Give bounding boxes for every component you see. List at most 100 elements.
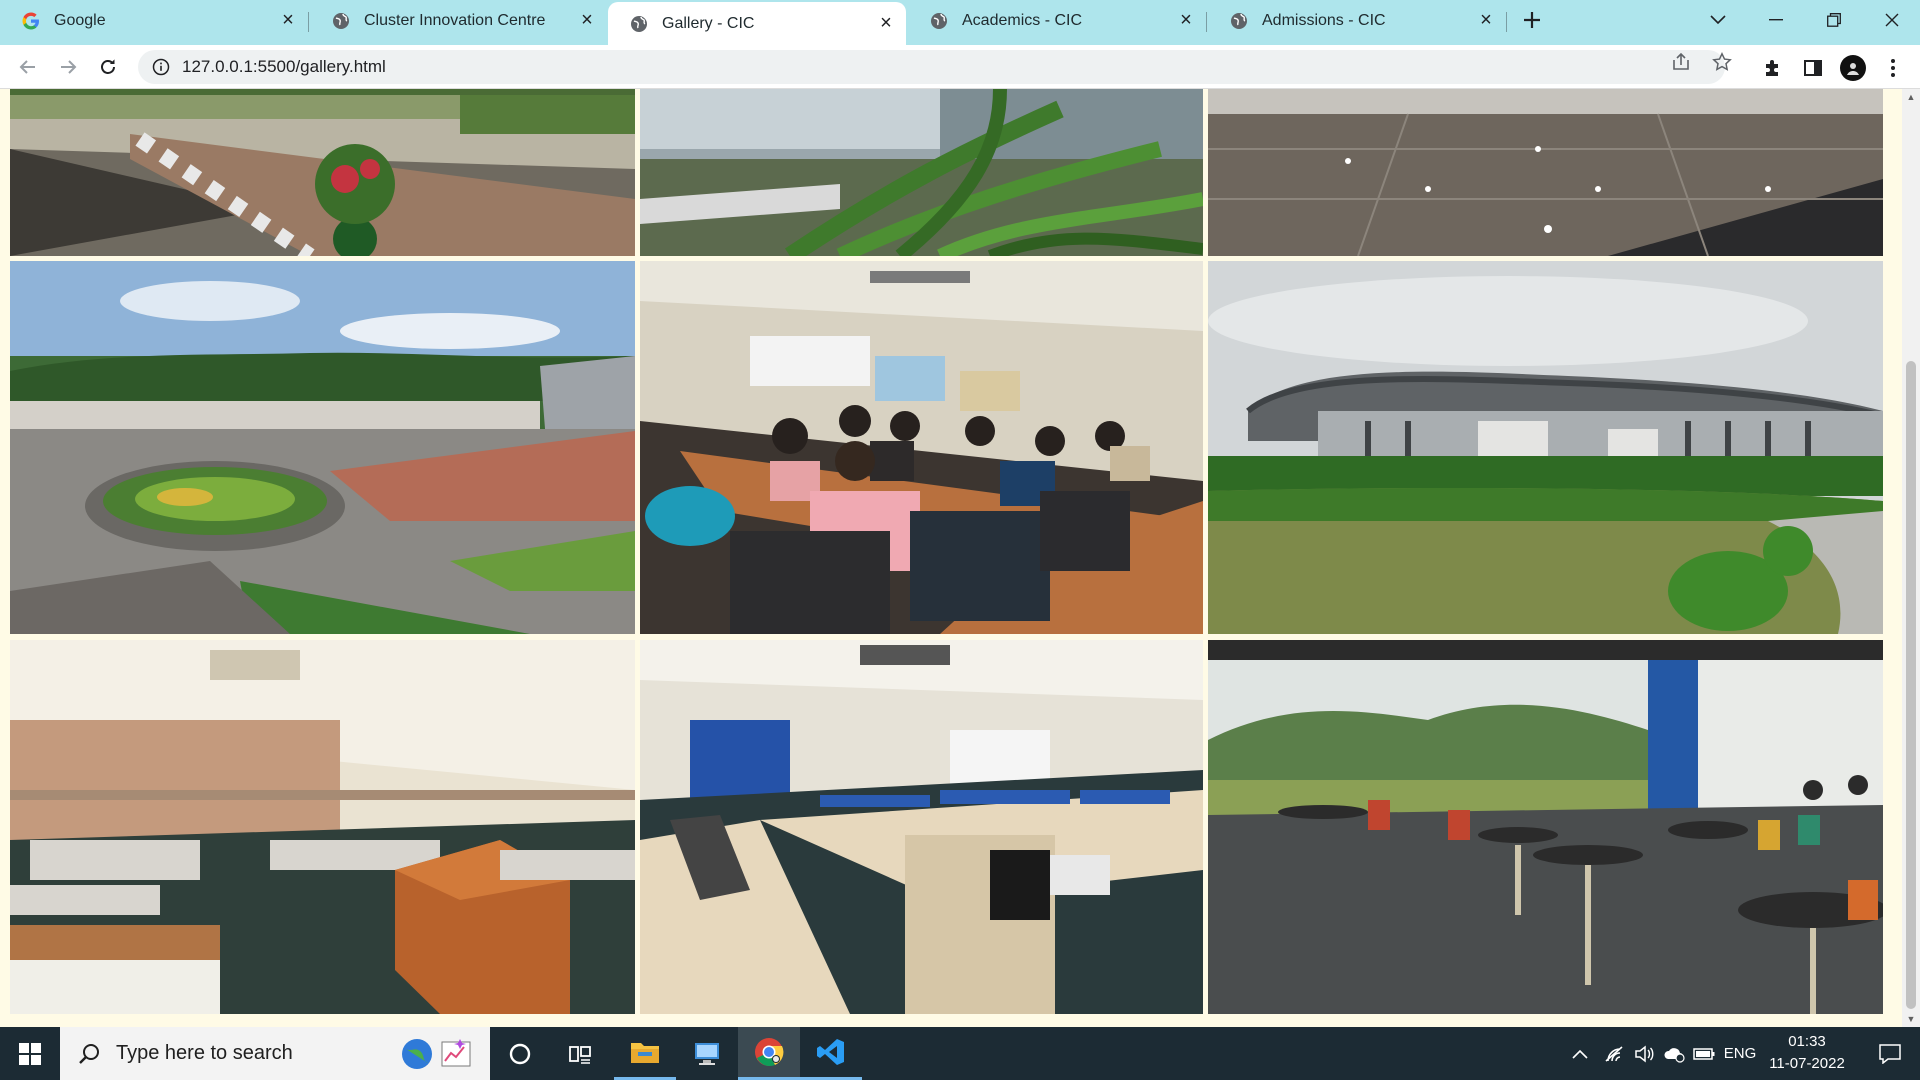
- campus-road-image: [10, 89, 635, 256]
- close-tab-icon[interactable]: ×: [1176, 9, 1196, 31]
- close-tab-icon[interactable]: ×: [876, 12, 896, 34]
- extensions-puzzle-icon: [1766, 60, 1778, 76]
- onedrive-button[interactable]: [1660, 1027, 1688, 1080]
- forward-button[interactable]: [52, 51, 84, 83]
- search-placeholder: Type here to search: [116, 1042, 293, 1064]
- back-button[interactable]: [12, 51, 44, 83]
- notifications-button[interactable]: [1860, 1027, 1920, 1080]
- show-hidden-icons-button[interactable]: [1568, 1027, 1592, 1080]
- tab-academics-cic[interactable]: Academics - CIC ×: [908, 0, 1206, 41]
- tab-cluster-innovation-centre[interactable]: Cluster Innovation Centre ×: [310, 0, 607, 41]
- bookmark-button[interactable]: [1711, 51, 1733, 73]
- scrollbar-thumb[interactable]: [1906, 361, 1916, 1009]
- close-window-button[interactable]: [1864, 0, 1920, 40]
- network-button[interactable]: [1600, 1027, 1628, 1080]
- search-highlight-icon: [402, 1039, 471, 1069]
- plus-icon: [1524, 12, 1540, 28]
- globe-icon: [631, 15, 647, 32]
- tab-title: Academics - CIC: [962, 11, 1083, 29]
- wifi-icon: [1605, 1045, 1623, 1062]
- minimize-button[interactable]: [1748, 0, 1804, 40]
- tab-google[interactable]: Google ×: [0, 0, 308, 41]
- clock-date: 11-07-2022: [1769, 1055, 1845, 1072]
- input-language-button[interactable]: ENG: [1720, 1027, 1760, 1080]
- chrome-menu-button[interactable]: [1880, 55, 1906, 81]
- battery-icon: [1693, 1047, 1715, 1060]
- site-info-icon[interactable]: [152, 58, 170, 76]
- search-icon: [79, 1043, 99, 1064]
- reload-icon: [101, 59, 115, 74]
- globe-icon: [1231, 12, 1247, 29]
- close-icon: [1885, 13, 1899, 27]
- side-panel-icon: [1804, 60, 1822, 76]
- restore-button[interactable]: [1806, 0, 1862, 40]
- share-icon: [1673, 52, 1689, 70]
- stadium-exterior-image: [1208, 261, 1883, 634]
- start-button[interactable]: [0, 1027, 60, 1080]
- classroom-lecture-image: [640, 261, 1203, 634]
- photo-gallery-grid: [0, 89, 1902, 1027]
- browser-toolbar: 127.0.0.1:5500/gallery.html: [0, 45, 1920, 89]
- gallery-photo-classroom-lecture[interactable]: [640, 261, 1203, 634]
- back-arrow-icon: [19, 60, 35, 74]
- star-icon: [1712, 52, 1732, 71]
- notification-icon: [1879, 1043, 1901, 1064]
- side-panel-button[interactable]: [1800, 55, 1826, 81]
- tab-title: Google: [54, 11, 106, 29]
- cafeteria-image: [1208, 640, 1883, 1014]
- cortana-circle-icon: [509, 1043, 531, 1064]
- page-scrollbar[interactable]: ▲ ▼: [1902, 89, 1920, 1027]
- close-tab-icon[interactable]: ×: [278, 9, 298, 31]
- speaker-icon: [1635, 1044, 1654, 1063]
- task-view-button[interactable]: [552, 1027, 608, 1080]
- scroll-down-arrow-icon[interactable]: ▼: [1902, 1011, 1920, 1027]
- gallery-photo-campus-road[interactable]: [10, 89, 635, 256]
- new-tab-button[interactable]: [1516, 4, 1548, 36]
- profile-button[interactable]: [1840, 55, 1866, 81]
- vscode-button[interactable]: [800, 1027, 862, 1080]
- tab-admissions-cic[interactable]: Admissions - CIC ×: [1208, 0, 1506, 41]
- url-text[interactable]: 127.0.0.1:5500/gallery.html: [182, 57, 386, 77]
- volume-button[interactable]: [1630, 1027, 1658, 1080]
- tab-title: Admissions - CIC: [1262, 11, 1386, 29]
- gallery-photo-empty-lecture-hall[interactable]: [10, 640, 635, 1014]
- gallery-photo-cafeteria[interactable]: [1208, 640, 1883, 1014]
- reload-button[interactable]: [92, 51, 124, 83]
- chevron-up-icon: [1572, 1049, 1588, 1059]
- task-view-icon: [569, 1045, 591, 1064]
- tab-gallery-cic[interactable]: Gallery - CIC ×: [608, 2, 906, 45]
- this-pc-button[interactable]: [676, 1027, 738, 1080]
- share-button[interactable]: [1670, 51, 1692, 73]
- google-icon: [22, 12, 39, 29]
- tab-search-button[interactable]: [1690, 0, 1746, 40]
- windows-taskbar: Type here to search ENG 01:33 11-07-2022: [0, 1027, 1920, 1080]
- language-indicator: ENG: [1723, 1045, 1757, 1062]
- gallery-photo-stadium-exterior[interactable]: [1208, 261, 1883, 634]
- tab-title: Gallery - CIC: [662, 14, 755, 32]
- gallery-photo-bamboo-plants[interactable]: [640, 89, 1203, 256]
- taskbar-search-box[interactable]: Type here to search: [60, 1027, 490, 1080]
- battery-button[interactable]: [1690, 1027, 1718, 1080]
- scroll-up-arrow-icon[interactable]: ▲: [1902, 89, 1920, 105]
- system-clock[interactable]: 01:33 11-07-2022: [1762, 1031, 1852, 1075]
- tab-title: Cluster Innovation Centre: [364, 11, 546, 29]
- extensions-button[interactable]: [1760, 55, 1786, 81]
- chrome-icon: [755, 1038, 784, 1067]
- file-explorer-button[interactable]: [614, 1027, 676, 1080]
- kebab-menu-icon: [1891, 59, 1895, 77]
- address-bar[interactable]: 127.0.0.1:5500/gallery.html: [138, 50, 1725, 84]
- gallery-photo-lobby-floor[interactable]: [1208, 89, 1883, 256]
- close-tab-icon[interactable]: ×: [1476, 9, 1496, 31]
- gallery-photo-computer-lab[interactable]: [640, 640, 1203, 1014]
- tab-divider: [1506, 12, 1507, 32]
- cortana-button[interactable]: [492, 1027, 548, 1080]
- chrome-button[interactable]: [738, 1027, 800, 1080]
- gallery-photo-campus-roundabout[interactable]: [10, 261, 635, 634]
- tab-divider: [308, 12, 309, 32]
- computer-lab-image: [640, 640, 1203, 1014]
- file-explorer-icon: [631, 1043, 659, 1063]
- close-tab-icon[interactable]: ×: [577, 9, 597, 31]
- globe-icon: [333, 12, 349, 29]
- windows-start-icon: [19, 1042, 41, 1065]
- page-viewport: [0, 89, 1902, 1027]
